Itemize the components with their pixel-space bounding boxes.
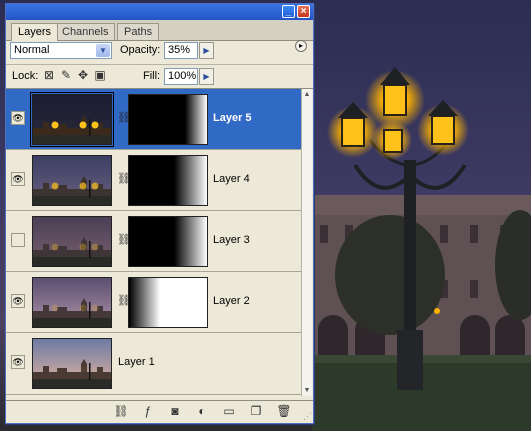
lock-transparency-icon[interactable]: ⊠ (42, 68, 56, 82)
opacity-label: Opacity: (120, 44, 161, 56)
layer-list-scrollbar[interactable]: ▲ ▼ (301, 89, 312, 396)
lock-all-icon[interactable]: ▣ (93, 68, 107, 82)
minimize-icon[interactable]: _ (282, 5, 295, 18)
tab-layers[interactable]: Layers (11, 23, 59, 41)
fill-slider-arrow-icon[interactable]: ▶ (199, 68, 214, 85)
link-layers-icon[interactable]: ⛓ (113, 404, 129, 419)
lock-pixels-icon[interactable]: ✎ (59, 68, 73, 82)
layer-name: Layer 5 (213, 112, 252, 124)
mask-link-icon[interactable]: ⛓ (117, 294, 131, 308)
layer-name: Layer 4 (213, 173, 250, 185)
layer-thumbnail[interactable] (32, 338, 112, 389)
mask-link-icon[interactable]: ⛓ (117, 233, 131, 247)
mask-link-icon[interactable]: ⛓ (117, 172, 131, 186)
layer-row[interactable]: ⛓ Layer 3 (6, 211, 301, 272)
visibility-eye-icon[interactable] (11, 233, 25, 247)
palette-tab-row: Layers Channels Paths ▸ (6, 20, 313, 52)
layer-name: Layer 3 (213, 234, 250, 246)
lock-position-icon[interactable]: ✥ (76, 68, 90, 82)
layer-thumbnail[interactable] (30, 92, 114, 147)
layer-mask-thumbnail[interactable] (128, 155, 208, 206)
blend-mode-value: Normal (14, 44, 50, 56)
lock-label: Lock: (12, 70, 39, 82)
scroll-down-icon[interactable]: ▼ (302, 385, 312, 396)
layer-mask-thumbnail[interactable] (128, 216, 208, 267)
visibility-eye-icon[interactable]: 👁 (11, 294, 25, 308)
chevron-down-icon[interactable]: ▼ (96, 44, 110, 57)
layer-thumbnail[interactable] (32, 155, 112, 206)
delete-layer-icon[interactable]: 🗑 (276, 404, 292, 419)
mask-link-icon[interactable]: ⛓ (117, 111, 131, 125)
fill-input[interactable]: 100% (164, 68, 198, 85)
adjustment-layer-icon[interactable]: ◐ (194, 404, 210, 419)
visibility-eye-icon[interactable]: 👁 (11, 172, 25, 186)
visibility-eye-icon[interactable]: 👁 (11, 111, 25, 125)
layer-row[interactable]: 👁 ⛓ Layer 4 (6, 150, 301, 211)
new-layer-icon[interactable]: ❐ (248, 404, 264, 419)
divider (6, 64, 313, 65)
layer-row[interactable]: 👁 Layer 1 (6, 333, 301, 395)
layer-style-icon[interactable]: ƒ (140, 404, 156, 419)
layer-row[interactable]: 👁 ⛓ Layer 5 (6, 89, 301, 150)
layer-list: 👁 ⛓ Layer 5 👁 ⛓ Layer 4 ⛓ Layer 3 👁 ⛓ Layer 2 👁 (6, 89, 301, 396)
layer-name: Layer 2 (213, 295, 250, 307)
layer-name: Layer 1 (118, 356, 155, 368)
scroll-up-icon[interactable]: ▲ (302, 89, 312, 100)
layers-palette: _ × Layers Channels Paths ▸ Normal ▼ Opa… (5, 3, 314, 424)
close-icon[interactable]: × (297, 5, 310, 18)
opacity-slider-arrow-icon[interactable]: ▶ (199, 42, 214, 59)
fill-label: Fill: (143, 70, 161, 82)
layer-thumbnail[interactable] (32, 277, 112, 328)
layer-thumbnail[interactable] (32, 216, 112, 267)
palette-titlebar[interactable]: _ × (6, 4, 313, 20)
layer-row[interactable]: 👁 ⛓ Layer 2 (6, 272, 301, 333)
tab-channels[interactable]: Channels (55, 23, 116, 40)
new-group-icon[interactable]: ▭ (221, 404, 237, 419)
tab-paths[interactable]: Paths (117, 23, 160, 40)
palette-menu-icon[interactable]: ▸ (295, 40, 307, 52)
visibility-eye-icon[interactable]: 👁 (11, 355, 25, 369)
resize-grip-icon[interactable]: ⋰ (303, 411, 312, 422)
layer-mask-thumbnail[interactable] (128, 94, 208, 145)
layer-mask-thumbnail[interactable] (128, 277, 208, 328)
palette-bottom-toolbar: ⛓ ƒ ◙ ◐ ▭ ❐ 🗑 ⋰ (6, 400, 313, 423)
opacity-input[interactable]: 35% (164, 42, 198, 59)
blend-mode-select[interactable]: Normal ▼ (10, 42, 112, 59)
add-mask-icon[interactable]: ◙ (167, 404, 183, 419)
